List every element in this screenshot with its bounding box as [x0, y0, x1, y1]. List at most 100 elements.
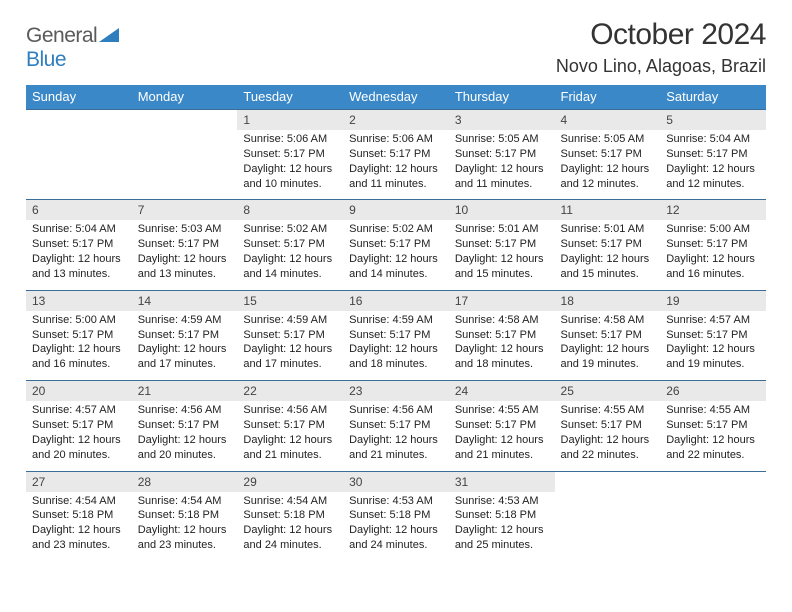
daylight-text: Daylight: 12 hours and 23 minutes.	[32, 523, 126, 553]
sunrise-text: Sunrise: 4:56 AM	[243, 403, 337, 418]
sunset-text: Sunset: 5:18 PM	[138, 508, 232, 523]
day-detail-cell: Sunrise: 5:04 AMSunset: 5:17 PMDaylight:…	[660, 130, 766, 200]
day-detail-cell: Sunrise: 5:00 AMSunset: 5:17 PMDaylight:…	[660, 220, 766, 290]
day-detail-cell: Sunrise: 4:54 AMSunset: 5:18 PMDaylight:…	[132, 492, 238, 561]
sunrise-text: Sunrise: 4:56 AM	[349, 403, 443, 418]
day-number-row: 12345	[26, 110, 766, 131]
sunset-text: Sunset: 5:17 PM	[455, 237, 549, 252]
day-detail-cell: Sunrise: 4:59 AMSunset: 5:17 PMDaylight:…	[132, 311, 238, 381]
day-detail-cell: Sunrise: 4:53 AMSunset: 5:18 PMDaylight:…	[343, 492, 449, 561]
sunset-text: Sunset: 5:17 PM	[349, 328, 443, 343]
day-number-cell: 17	[449, 290, 555, 311]
sunrise-text: Sunrise: 5:03 AM	[138, 222, 232, 237]
day-detail-cell: Sunrise: 4:56 AMSunset: 5:17 PMDaylight:…	[237, 401, 343, 471]
day-detail-cell: Sunrise: 4:53 AMSunset: 5:18 PMDaylight:…	[449, 492, 555, 561]
daylight-text: Daylight: 12 hours and 17 minutes.	[243, 342, 337, 372]
sunrise-text: Sunrise: 5:01 AM	[455, 222, 549, 237]
daylight-text: Daylight: 12 hours and 11 minutes.	[455, 162, 549, 192]
daylight-text: Daylight: 12 hours and 13 minutes.	[32, 252, 126, 282]
day-number-cell: 30	[343, 471, 449, 492]
daylight-text: Daylight: 12 hours and 10 minutes.	[243, 162, 337, 192]
sunrise-text: Sunrise: 4:59 AM	[138, 313, 232, 328]
sunrise-text: Sunrise: 4:59 AM	[349, 313, 443, 328]
sunrise-text: Sunrise: 5:05 AM	[561, 132, 655, 147]
day-number-cell: 15	[237, 290, 343, 311]
day-detail-cell: Sunrise: 4:59 AMSunset: 5:17 PMDaylight:…	[343, 311, 449, 381]
day-number-cell: 26	[660, 381, 766, 402]
day-detail-cell: Sunrise: 5:05 AMSunset: 5:17 PMDaylight:…	[555, 130, 661, 200]
day-number-cell: 29	[237, 471, 343, 492]
weekday-header: Saturday	[660, 85, 766, 110]
day-detail-cell: Sunrise: 4:54 AMSunset: 5:18 PMDaylight:…	[26, 492, 132, 561]
day-number-row: 20212223242526	[26, 381, 766, 402]
sunrise-text: Sunrise: 4:53 AM	[455, 494, 549, 509]
weekday-header: Wednesday	[343, 85, 449, 110]
day-number-row: 13141516171819	[26, 290, 766, 311]
sunrise-text: Sunrise: 5:06 AM	[349, 132, 443, 147]
sunset-text: Sunset: 5:17 PM	[138, 328, 232, 343]
day-number-cell: 18	[555, 290, 661, 311]
weekday-header: Sunday	[26, 85, 132, 110]
page-title: October 2024	[556, 18, 766, 52]
sunset-text: Sunset: 5:17 PM	[349, 147, 443, 162]
day-number-cell: 10	[449, 200, 555, 221]
day-detail-cell: Sunrise: 5:06 AMSunset: 5:17 PMDaylight:…	[237, 130, 343, 200]
sunset-text: Sunset: 5:17 PM	[243, 147, 337, 162]
daylight-text: Daylight: 12 hours and 14 minutes.	[349, 252, 443, 282]
day-number-cell	[660, 471, 766, 492]
daylight-text: Daylight: 12 hours and 14 minutes.	[243, 252, 337, 282]
day-detail-cell	[132, 130, 238, 200]
sunset-text: Sunset: 5:17 PM	[455, 328, 549, 343]
day-detail-cell	[26, 130, 132, 200]
day-detail-cell: Sunrise: 4:54 AMSunset: 5:18 PMDaylight:…	[237, 492, 343, 561]
sunset-text: Sunset: 5:18 PM	[455, 508, 549, 523]
sunrise-text: Sunrise: 5:04 AM	[32, 222, 126, 237]
day-detail-row: Sunrise: 5:04 AM Sunset: 5:17 PM Daylight:…	[26, 220, 766, 290]
daylight-text: Daylight: 12 hours and 16 minutes.	[32, 342, 126, 372]
day-number-cell: 13	[26, 290, 132, 311]
day-detail-row: Sunrise: 4:57 AM Sunset: 5:17 PM Daylight:…	[26, 401, 766, 471]
day-detail-cell: Sunrise: 4:55 AMSunset: 5:17 PMDaylight:…	[660, 401, 766, 471]
day-detail-cell: Sunrise: 4:55 AMSunset: 5:17 PMDaylight:…	[449, 401, 555, 471]
day-detail-cell: Sunrise: 4:56 AMSunset: 5:17 PMDaylight:…	[132, 401, 238, 471]
day-number-cell: 6	[26, 200, 132, 221]
header: General Blue October 2024 Novo Lino, Ala…	[26, 18, 766, 77]
sunrise-text: Sunrise: 4:55 AM	[561, 403, 655, 418]
day-number-cell: 21	[132, 381, 238, 402]
day-detail-cell: Sunrise: 5:03 AMSunset: 5:17 PMDaylight:…	[132, 220, 238, 290]
day-number-cell: 22	[237, 381, 343, 402]
day-number-cell: 25	[555, 381, 661, 402]
sunrise-text: Sunrise: 5:06 AM	[243, 132, 337, 147]
day-number-cell: 4	[555, 110, 661, 131]
sunset-text: Sunset: 5:17 PM	[666, 147, 760, 162]
daylight-text: Daylight: 12 hours and 24 minutes.	[349, 523, 443, 553]
logo-triangle-icon	[99, 28, 119, 42]
day-number-cell: 11	[555, 200, 661, 221]
day-detail-cell: Sunrise: 4:57 AMSunset: 5:17 PMDaylight:…	[660, 311, 766, 381]
sunrise-text: Sunrise: 4:57 AM	[666, 313, 760, 328]
sunrise-text: Sunrise: 5:00 AM	[666, 222, 760, 237]
daylight-text: Daylight: 12 hours and 20 minutes.	[32, 433, 126, 463]
day-number-cell: 1	[237, 110, 343, 131]
day-number-cell: 2	[343, 110, 449, 131]
day-number-cell: 16	[343, 290, 449, 311]
sunrise-text: Sunrise: 4:58 AM	[455, 313, 549, 328]
sunrise-text: Sunrise: 5:02 AM	[243, 222, 337, 237]
day-number-cell: 31	[449, 471, 555, 492]
day-detail-cell: Sunrise: 5:04 AMSunset: 5:17 PMDaylight:…	[26, 220, 132, 290]
weekday-header: Thursday	[449, 85, 555, 110]
sunset-text: Sunset: 5:17 PM	[243, 418, 337, 433]
day-detail-row: Sunrise: 5:06 AMSunset: 5:17 PMDaylight:…	[26, 130, 766, 200]
day-detail-cell: Sunrise: 4:58 AMSunset: 5:17 PMDaylight:…	[449, 311, 555, 381]
sunset-text: Sunset: 5:17 PM	[561, 328, 655, 343]
day-number-cell: 7	[132, 200, 238, 221]
day-number-cell	[26, 110, 132, 131]
day-number-cell: 8	[237, 200, 343, 221]
day-number-cell: 23	[343, 381, 449, 402]
sunrise-text: Sunrise: 4:57 AM	[32, 403, 126, 418]
day-number-cell: 20	[26, 381, 132, 402]
location-subtitle: Novo Lino, Alagoas, Brazil	[556, 56, 766, 77]
sunset-text: Sunset: 5:17 PM	[138, 237, 232, 252]
sunrise-text: Sunrise: 5:04 AM	[666, 132, 760, 147]
sunrise-text: Sunrise: 4:59 AM	[243, 313, 337, 328]
